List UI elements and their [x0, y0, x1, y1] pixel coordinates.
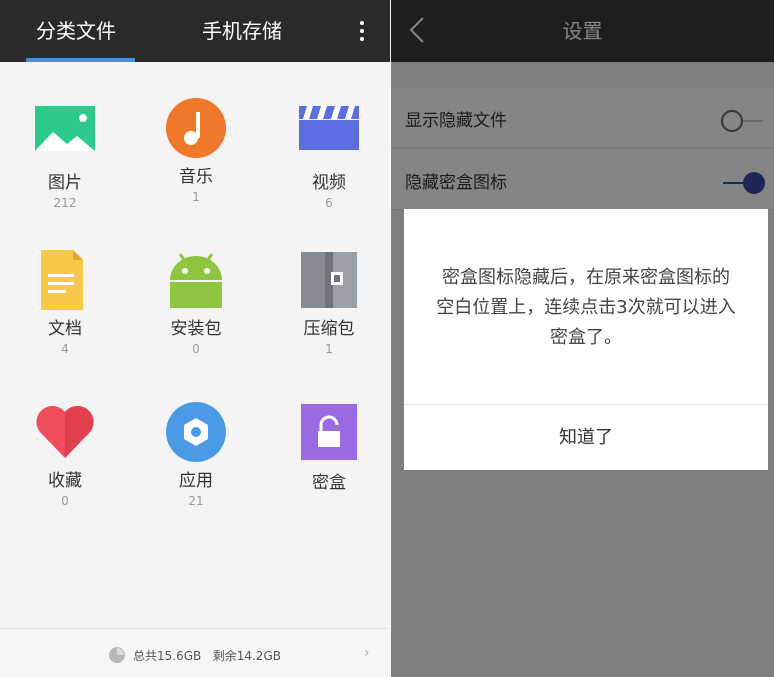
category-favorites[interactable]: 收藏 0: [0, 402, 130, 542]
category-count: 6: [325, 196, 333, 210]
heart-icon: [36, 405, 94, 458]
category-apps[interactable]: 应用 21: [131, 402, 261, 542]
document-icon: [41, 250, 83, 310]
storage-summary: 总共15.6GB 剩余14.2GB: [133, 647, 281, 664]
category-count: 4: [61, 342, 69, 356]
info-dialog: 密盒图标隐藏后，在原来密盒图标的空白位置上，连续点击3次就可以进入密盒了。 知道…: [404, 209, 768, 470]
archive-icon: [301, 252, 357, 308]
category-count: 0: [192, 342, 200, 356]
android-package-icon: [170, 253, 222, 308]
storage-total: 总共15.6GB: [133, 649, 202, 663]
image-icon: [35, 106, 95, 151]
category-count: 1: [325, 342, 333, 356]
category-count: 1: [192, 190, 200, 204]
category-label: 安装包: [170, 319, 222, 339]
tab-categories[interactable]: 分类文件: [36, 0, 116, 62]
lock-box-icon: [301, 404, 357, 460]
category-label: 压缩包: [303, 319, 355, 339]
category-label: 视频: [312, 173, 346, 193]
app-icon: [166, 402, 226, 462]
category-label: 收藏: [48, 471, 82, 491]
category-label: 音乐: [179, 167, 213, 187]
category-lock-box[interactable]: 密盒: [264, 404, 390, 544]
category-images[interactable]: 图片 212: [0, 104, 130, 244]
active-tab-indicator: [26, 58, 135, 62]
category-count: 21: [188, 494, 204, 508]
music-icon: [166, 98, 226, 158]
category-label: 密盒: [312, 473, 346, 493]
category-label: 应用: [179, 471, 213, 491]
category-packages[interactable]: 安装包 0: [131, 250, 261, 390]
file-manager-screen: 分类文件 手机存储 图片 212 音乐 1 视频 6 文档 4 安装包 0 压缩…: [0, 0, 390, 677]
category-archives[interactable]: 压缩包 1: [264, 250, 390, 390]
category-label: 图片: [48, 173, 82, 193]
dialog-message: 密盒图标隐藏后，在原来密盒图标的空白位置上，连续点击3次就可以进入密盒了。: [436, 267, 736, 348]
storage-pie-icon: [109, 647, 125, 663]
settings-screen: 设置 显示隐藏文件 隐藏密盒图标 密盒图标隐藏后，在原来密盒图标的空白位置上，连…: [391, 0, 774, 677]
category-count: 212: [53, 196, 77, 210]
storage-remaining: 剩余14.2GB: [212, 649, 281, 663]
storage-footer[interactable]: 总共15.6GB 剩余14.2GB ›: [0, 628, 390, 677]
chevron-right-icon: ›: [364, 645, 370, 661]
file-manager-top-bar: 分类文件 手机存储: [0, 0, 390, 62]
category-count: 0: [61, 494, 69, 508]
category-documents[interactable]: 文档 4: [0, 250, 130, 390]
video-icon: [299, 106, 359, 150]
more-vertical-icon[interactable]: [355, 19, 369, 43]
tab-phone-storage[interactable]: 手机存储: [202, 0, 282, 62]
dialog-ok-button[interactable]: 知道了: [404, 405, 768, 470]
category-video[interactable]: 视频 6: [264, 104, 390, 244]
category-music[interactable]: 音乐 1: [131, 98, 261, 238]
category-label: 文档: [48, 319, 82, 339]
